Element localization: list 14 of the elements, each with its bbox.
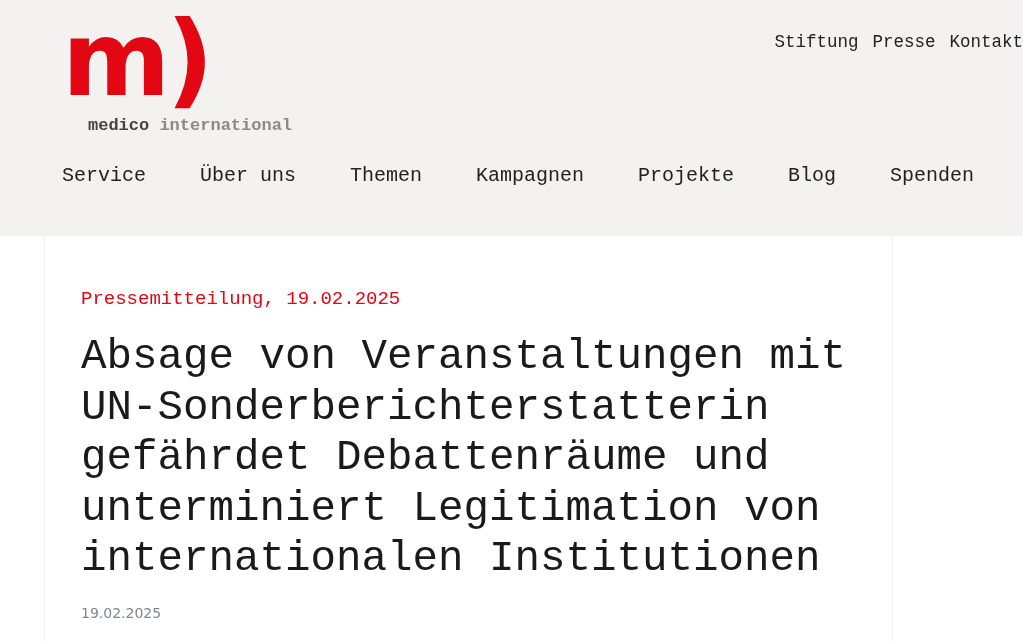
nav-item[interactable]: Projekte bbox=[638, 164, 735, 187]
article-kicker: Pressemitteilung, 19.02.2025 bbox=[81, 288, 402, 310]
logo-name[interactable]: medico bbox=[88, 116, 150, 135]
article-date: 19.02.2025 bbox=[81, 604, 163, 621]
nav-item[interactable]: Kampagnen bbox=[476, 164, 585, 187]
nav-item[interactable]: Über uns bbox=[200, 164, 297, 187]
top-link[interactable]: Presse bbox=[872, 32, 936, 164]
article-title: Absage von Veranstaltungen mit UN-Sonderberichterstatterin gefährdet Debattenräume und unterminiert Legitimation von internationalen Institutionen bbox=[81, 332, 848, 585]
nav-item[interactable]: Themen bbox=[350, 164, 423, 187]
nav-item[interactable]: Service bbox=[62, 164, 146, 187]
top-link[interactable]: Kontakt bbox=[949, 32, 1023, 164]
nav-item[interactable]: Spenden bbox=[890, 164, 975, 187]
top-link[interactable]: Stiftung bbox=[774, 32, 859, 164]
nav-item[interactable]: Blog bbox=[788, 164, 837, 187]
